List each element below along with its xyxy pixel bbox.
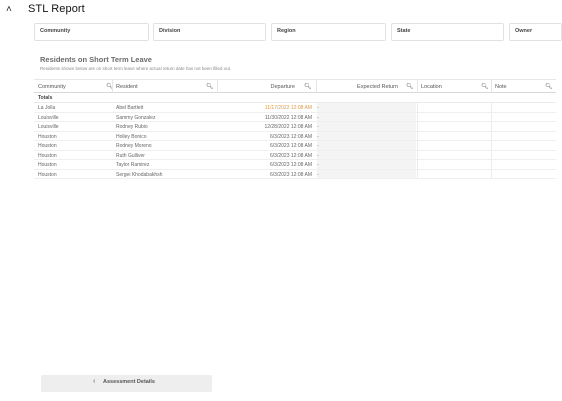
col-header-location[interactable]: Location 🔍︎	[421, 80, 491, 93]
cell-resident: Rodney Rubio	[116, 124, 148, 130]
table-header: Community 🔍︎ Resident 🔍︎ Departure 🔍︎ Ex…	[34, 79, 556, 93]
cell-departure: 6/3/2023 12:08 AM	[270, 133, 312, 140]
table-row[interactable]: Houston Rodney Moreno 6/3/2023 12:08 AM -	[34, 141, 556, 151]
cell-resident: Holley Bonico	[116, 133, 147, 140]
back-arrow-icon[interactable]: ˄	[6, 4, 16, 15]
assessment-details-label: Assessment Details	[103, 379, 155, 385]
totals-row: Totals	[34, 93, 556, 103]
cell-departure: 6/3/2023 12:08 AM	[270, 171, 312, 178]
cell-departure: 6/3/2023 12:08 AM	[270, 162, 312, 168]
table-body: La Jolla Abel Bartlett 11/17/2022 12:08 AM…	[34, 103, 556, 179]
cell-expected-return: -	[317, 105, 319, 111]
cell-community: La Jolla	[38, 105, 56, 111]
col-header-resident[interactable]: Resident 🔍︎	[116, 80, 216, 93]
cell-departure: 12/28/2022 12:08 AM	[264, 124, 312, 130]
cell-community: Houston	[38, 171, 57, 178]
filter-label: State	[397, 28, 411, 34]
chevron-left-icon: ‹	[93, 378, 96, 385]
cell-resident: Abel Bartlett	[116, 105, 144, 111]
search-icon[interactable]: 🔍︎	[481, 83, 489, 90]
filter-owner[interactable]: Owner	[509, 23, 562, 41]
filter-label: Owner	[515, 28, 533, 34]
table-row[interactable]: Houston Holley Bonico 6/3/2023 12:08 AM -	[34, 131, 556, 141]
col-header-note[interactable]: Note 🔍︎	[495, 80, 555, 93]
totals-label: Totals	[38, 95, 53, 101]
filter-community[interactable]: Community	[34, 23, 149, 41]
filter-label: Region	[277, 28, 296, 34]
table-row[interactable]: La Jolla Abel Bartlett 11/17/2022 12:08 AM…	[34, 103, 556, 113]
search-icon[interactable]: 🔍︎	[545, 83, 553, 90]
cell-resident: Ruth Gulliver	[116, 152, 145, 159]
table-row[interactable]: Houston Sergei Khodabakhsh 6/3/2023 12:08 …	[34, 169, 556, 179]
cell-resident: Sammy Gonzalez	[116, 114, 156, 121]
cell-resident: Sergei Khodabakhsh	[116, 171, 163, 178]
table-row[interactable]: Louisville Sammy Gonzalez 11/30/2022 12:08…	[34, 112, 556, 122]
cell-departure: 11/17/2022 12:08 AM	[264, 105, 312, 111]
cell-expected-return: -	[317, 152, 319, 159]
filter-division[interactable]: Division	[153, 23, 266, 41]
cell-expected-return: -	[317, 162, 319, 168]
cell-community: Louisville	[38, 114, 59, 121]
cell-departure: 6/3/2023 12:08 AM	[270, 152, 312, 159]
cell-expected-return: -	[317, 124, 319, 130]
search-icon[interactable]: 🔍︎	[406, 83, 414, 90]
section-subtitle: Residents shown below are on short term …	[40, 66, 232, 71]
search-icon[interactable]: 🔍︎	[304, 83, 312, 90]
cell-expected-return: -	[317, 143, 319, 149]
cell-community: Houston	[38, 152, 57, 159]
cell-departure: 6/3/2023 12:08 AM	[270, 143, 312, 149]
section-title: Residents on Short Term Leave	[40, 55, 152, 64]
cell-community: Louisville	[38, 124, 59, 130]
app-header: ˄ STL Report	[0, 0, 562, 20]
search-icon[interactable]: 🔍︎	[206, 83, 214, 90]
page-title: STL Report	[28, 3, 85, 15]
cell-resident: Taylor Ramirez	[116, 162, 150, 168]
cell-expected-return: -	[317, 171, 319, 178]
stl-section-header: Residents on Short Term Leave Residents …	[40, 55, 231, 71]
filter-label: Division	[159, 28, 181, 34]
col-header-expected-return[interactable]: Expected Return 🔍︎	[320, 80, 416, 93]
cell-community: Houston	[38, 133, 57, 140]
cell-community: Houston	[38, 162, 57, 168]
cell-resident: Rodney Moreno	[116, 143, 152, 149]
filter-region[interactable]: Region	[271, 23, 386, 41]
col-header-community[interactable]: Community 🔍︎	[38, 80, 114, 93]
cell-departure: 11/30/2022 12:08 AM	[264, 114, 312, 121]
table-row[interactable]: Louisville Rodney Rubio 12/28/2022 12:08 A…	[34, 122, 556, 132]
col-header-departure[interactable]: Departure 🔍︎	[221, 80, 313, 93]
cell-community: Houston	[38, 143, 57, 149]
filter-label: Community	[40, 28, 71, 34]
stl-table: Community 🔍︎ Resident 🔍︎ Departure 🔍︎ Ex…	[34, 79, 556, 179]
table-row[interactable]: Houston Taylor Ramirez 6/3/2023 12:08 AM -	[34, 160, 556, 170]
assessment-details-button[interactable]: ‹ Assessment Details	[41, 375, 212, 392]
cell-expected-return: -	[317, 133, 319, 140]
filter-state[interactable]: State	[391, 23, 504, 41]
table-row[interactable]: Houston Ruth Gulliver 6/3/2023 12:08 AM -	[34, 150, 556, 160]
filter-bar: Community Division Region State Owner	[34, 23, 562, 42]
cell-expected-return: -	[317, 114, 319, 121]
